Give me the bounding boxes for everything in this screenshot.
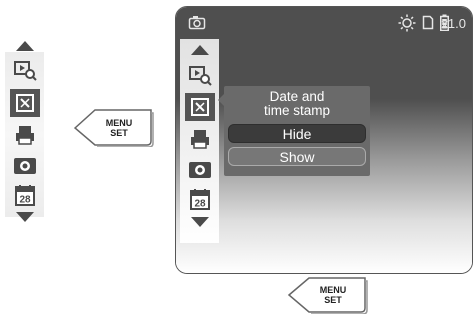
- screen-menu-strip: 28: [180, 39, 219, 243]
- page: 28 MENU SET x1.0 28 Date and time stamp …: [0, 0, 474, 316]
- date-time-stamp-popup: Date and time stamp Hide Show: [218, 86, 370, 176]
- menu-set-button-left[interactable]: MENU SET: [73, 108, 155, 147]
- camera-icon: [14, 158, 36, 174]
- screen-scroll-up-arrow-icon[interactable]: [191, 45, 209, 55]
- zoom-level: x1.0: [441, 16, 466, 31]
- status-bar: x1.0: [176, 13, 472, 33]
- scroll-up-arrow-icon[interactable]: [16, 41, 34, 51]
- playback-zoom-icon: [14, 61, 37, 81]
- softkey-label-line1: MENU: [105, 117, 133, 128]
- camera-mode-icon: [188, 16, 206, 30]
- menu-item-print[interactable]: [10, 121, 40, 149]
- softkey-label-line2: SET: [324, 295, 342, 305]
- printer-icon: [191, 130, 209, 149]
- popup-title-line2: time stamp: [263, 103, 331, 118]
- screen-menu-item-date-time-stamp[interactable]: [185, 93, 215, 121]
- calendar-day-label: 28: [194, 199, 206, 210]
- printer-icon: [16, 126, 34, 145]
- date-time-stamp-icon: [191, 98, 209, 116]
- screen-scroll-down-arrow-icon[interactable]: [191, 217, 209, 227]
- screen-menu-item-playback-zoom[interactable]: [185, 61, 215, 89]
- popup-title: Date and time stamp: [224, 90, 370, 118]
- popup-title-line1: Date and: [269, 89, 325, 104]
- calendar-icon: 28: [190, 189, 210, 210]
- menu-item-date-time-stamp[interactable]: [10, 89, 40, 117]
- calendar-day-label: 28: [19, 195, 31, 206]
- scroll-down-arrow-icon[interactable]: [16, 212, 34, 222]
- menu-set-button-bottom[interactable]: MENU SET: [287, 276, 369, 314]
- screen-menu-item-calendar[interactable]: 28: [185, 185, 215, 213]
- menu-item-calendar[interactable]: 28: [10, 181, 40, 209]
- calendar-icon: 28: [15, 185, 35, 206]
- sd-card-icon: [422, 15, 434, 30]
- option-show[interactable]: Show: [228, 147, 366, 166]
- softkey-label-line1: MENU: [319, 285, 347, 295]
- menu-item-playback-zoom[interactable]: [10, 56, 40, 84]
- option-hide[interactable]: Hide: [228, 124, 366, 143]
- screen-menu-item-print[interactable]: [185, 125, 215, 153]
- menu-item-camera[interactable]: [10, 151, 40, 179]
- left-menu-strip: 28: [5, 41, 44, 222]
- brightness-icon: [398, 14, 416, 32]
- playback-zoom-icon: [189, 66, 212, 86]
- softkey-label-line2: SET: [110, 127, 128, 138]
- date-time-stamp-icon: [16, 94, 34, 112]
- screen-menu-item-camera[interactable]: [185, 155, 215, 183]
- camera-icon: [189, 162, 211, 178]
- device-screen: x1.0 28 Date and time stamp Hide Show: [175, 6, 473, 274]
